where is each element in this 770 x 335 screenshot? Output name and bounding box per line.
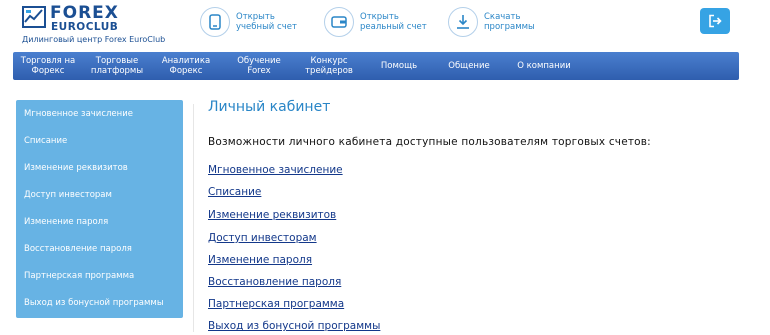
sidebar-item-withdrawal[interactable]: Списание — [24, 136, 67, 146]
sidebar-item-instant-deposit[interactable]: Мгновенное зачисление — [24, 109, 133, 119]
page-title: Личный кабинет — [208, 99, 331, 115]
link-change-details[interactable]: Изменение реквизитов — [208, 209, 336, 221]
link-exit-bonus[interactable]: Выход из бонусной программы — [208, 320, 380, 332]
nav-label: Форекс — [169, 66, 203, 76]
redacted-area — [603, 28, 643, 42]
nav-label: Forex — [247, 66, 271, 76]
link-partner-program[interactable]: Партнерская программа — [208, 298, 344, 310]
nav-label: Аналитика — [161, 56, 211, 66]
nav-item-analytics[interactable]: Аналитика Форекс — [151, 52, 221, 80]
nav-label: Помощь — [380, 61, 418, 71]
nav-item-platforms[interactable]: Торговые платформы — [83, 52, 151, 80]
nav-label: Конкурс — [310, 56, 348, 66]
sidebar-item-restore-password[interactable]: Восстановление пароля — [24, 244, 132, 254]
nav-label: Торговые — [95, 56, 139, 66]
link-restore-password[interactable]: Восстановление пароля — [208, 276, 341, 288]
nav-label: Форекс — [31, 66, 65, 76]
brand-name-line2: EUROCLUB — [51, 21, 119, 33]
nav-label: О компании — [517, 61, 571, 71]
nav-item-about[interactable]: О компании — [503, 52, 585, 80]
sidebar-item-exit-bonus[interactable]: Выход из бонусной программы — [24, 298, 164, 308]
nav-item-help[interactable]: Помощь — [365, 52, 433, 80]
link-instant-deposit[interactable]: Мгновенное зачисление — [208, 164, 343, 176]
nav-item-forex-trading[interactable]: Торговля на Форекс — [13, 52, 83, 80]
open-real-account-button[interactable]: Открыть реальный счет — [324, 6, 427, 38]
download-programs-label-2: программы — [484, 22, 535, 32]
sidebar-item-change-details[interactable]: Изменение реквизитов — [24, 163, 128, 173]
intro-text: Возможности личного кабинета доступные п… — [208, 136, 651, 148]
nav-label: Общение — [448, 61, 490, 71]
link-withdrawal[interactable]: Списание — [208, 186, 261, 198]
nav-item-education[interactable]: Обучение Forex — [221, 52, 297, 80]
nav-item-community[interactable]: Общение — [435, 52, 503, 80]
brand-logo[interactable]: FOREX EUROCLUB Дилинговый центр Forex Eu… — [22, 4, 172, 44]
logout-icon — [709, 14, 722, 28]
sidebar-item-partner-program[interactable]: Партнерская программа — [24, 271, 134, 281]
redacted-area — [575, 9, 621, 23]
sidebar-menu: Мгновенное зачисление Списание Изменение… — [16, 100, 183, 318]
open-demo-account-label-1: Открыть — [236, 12, 275, 22]
link-change-password[interactable]: Изменение пароля — [208, 254, 312, 266]
download-programs-label-1: Скачать — [484, 12, 521, 22]
nav-label: трейдеров — [305, 66, 353, 76]
open-real-account-icon — [324, 7, 354, 37]
open-demo-account-icon — [200, 7, 230, 37]
open-real-account-label-1: Открыть — [360, 12, 399, 22]
divider — [193, 104, 194, 332]
brand-tagline: Дилинговый центр Forex EuroClub — [22, 35, 166, 44]
nav-label: Обучение — [237, 56, 281, 66]
download-programs-button[interactable]: Скачать программы — [448, 6, 535, 38]
download-icon — [448, 7, 478, 37]
open-demo-account-label-2: учебный счет — [236, 22, 297, 32]
brand-name-line1: FOREX — [50, 3, 119, 23]
nav-item-contest[interactable]: Конкурс трейдеров — [297, 52, 361, 80]
logout-button[interactable] — [700, 8, 730, 34]
nav-label: Торговля на — [20, 56, 76, 66]
nav-label: платформы — [90, 66, 144, 76]
open-real-account-label-2: реальный счет — [360, 22, 427, 32]
sidebar-item-investor-access[interactable]: Доступ инвесторам — [24, 190, 112, 200]
sidebar-item-change-password[interactable]: Изменение пароля — [24, 217, 108, 227]
open-demo-account-button[interactable]: Открыть учебный счет — [200, 6, 297, 38]
logo-mark-icon — [22, 6, 46, 28]
main-nav: Торговля на Форекс Торговые платформы Анал… — [13, 52, 739, 80]
link-investor-access[interactable]: Доступ инвесторам — [208, 232, 317, 244]
